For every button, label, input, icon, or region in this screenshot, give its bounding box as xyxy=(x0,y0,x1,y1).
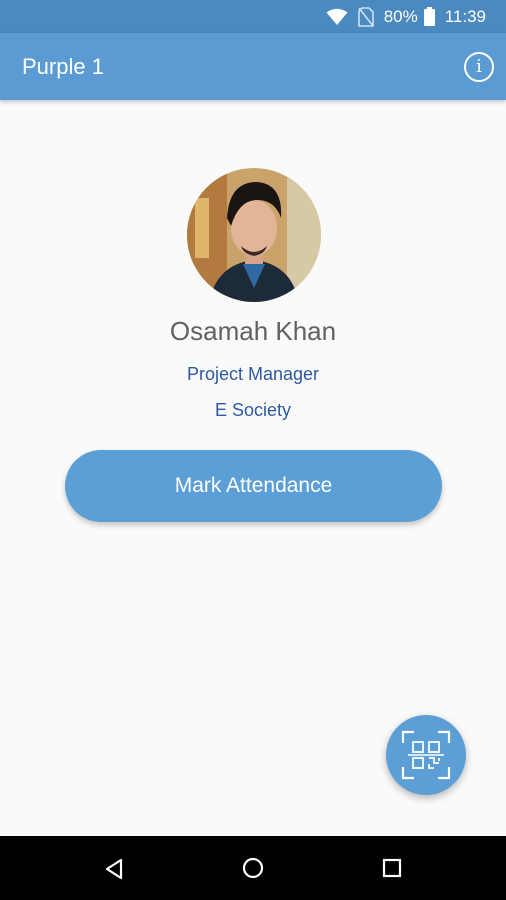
profile-role: Project Manager xyxy=(186,364,320,384)
qr-scan-icon xyxy=(401,730,451,780)
mark-attendance-button[interactable]: Mark Attendance xyxy=(65,450,442,522)
profile-organization: E Society xyxy=(214,400,292,420)
profile-photo xyxy=(187,168,321,302)
no-sim-icon xyxy=(357,6,374,27)
app-bar: Purple 1 i xyxy=(0,33,506,100)
profile-name: Osamah Khan xyxy=(169,316,337,346)
home-icon[interactable] xyxy=(242,857,264,879)
scan-qr-button[interactable] xyxy=(386,715,466,795)
battery-indicator: 80% xyxy=(384,7,435,27)
recents-icon[interactable] xyxy=(382,858,402,878)
info-icon: i xyxy=(476,56,482,77)
app-title: Purple 1 xyxy=(22,54,104,79)
wifi-icon xyxy=(326,8,348,25)
back-icon[interactable] xyxy=(104,858,124,880)
battery-percent: 80% xyxy=(383,6,418,26)
status-time: 11:39 xyxy=(444,6,486,26)
avatar xyxy=(187,168,321,302)
info-button[interactable]: i xyxy=(464,52,494,82)
status-bar: 80% 11:39 xyxy=(0,0,506,33)
nav-bar xyxy=(0,836,506,900)
battery-icon xyxy=(423,7,435,26)
